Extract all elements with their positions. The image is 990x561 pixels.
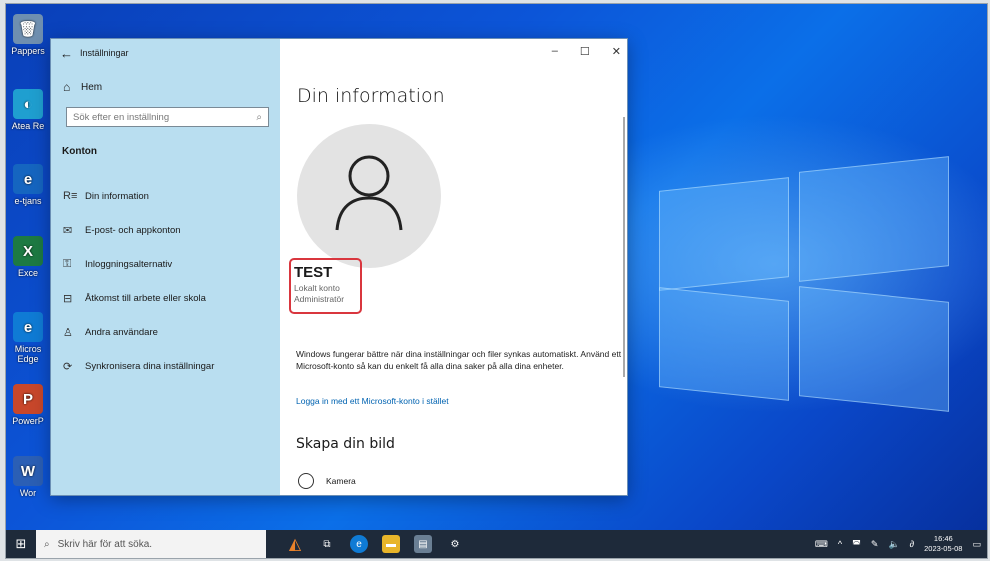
edge-icon[interactable]: e	[350, 535, 368, 553]
user-avatar-icon	[335, 155, 403, 231]
sidebar-item-2[interactable]: ⚿ Inloggningsalternativ	[51, 247, 280, 281]
camera-label: Kamera	[326, 476, 356, 486]
main-content: – ☐ ✕ Din information TEST Lokalt konto …	[280, 39, 627, 495]
desktop-icon-4[interactable]: e Micros Edge	[8, 312, 48, 364]
windows-logo-wallpaper	[629, 154, 987, 414]
key-icon: ⚿	[63, 257, 72, 270]
settings-search-input[interactable]: Sök efter en inställning ⌕	[66, 107, 269, 127]
window-title: Inställningar	[80, 48, 129, 58]
desktop-app-icon: e	[13, 312, 43, 342]
add-user-icon: ♙	[63, 326, 73, 339]
search-icon: ⌕	[44, 538, 50, 550]
desktop-icon-6[interactable]: W Wor	[8, 456, 48, 498]
sidebar-item-1[interactable]: ✉ E-post- och appkonton	[51, 213, 280, 247]
picture-heading: Skapa din bild	[296, 436, 395, 452]
desktop-icon-label: PowerP	[12, 416, 44, 426]
desktop-icon-1[interactable]: ◐ Atea Re	[8, 89, 48, 131]
minimize-button[interactable]: –	[552, 45, 558, 58]
sidebar-item-label: E-post- och appkonton	[85, 224, 181, 236]
sidebar-item-label: Din information	[85, 190, 149, 202]
desktop: 🗑 Pappers ◐ Atea Re e e-tjans X Exce e Micros Edg…	[5, 3, 988, 559]
page-title: Din information	[297, 85, 445, 107]
user-info-highlight: TEST Lokalt konto Administratör	[289, 258, 362, 314]
start-button[interactable]: ⊞	[6, 536, 36, 552]
taskbar-search-input[interactable]: ⌕ Skriv här för att söka.	[36, 530, 266, 558]
sidebar-item-label: Inloggningsalternativ	[85, 258, 173, 270]
sidebar-item-label: Andra användare	[85, 326, 158, 338]
notifications-icon[interactable]: ▭	[972, 539, 981, 550]
network-icon[interactable]: ◚	[852, 539, 861, 550]
section-label: Konton	[62, 146, 97, 157]
desktop-icon-label: Exce	[17, 268, 38, 278]
briefcase-icon: ⊟	[63, 292, 73, 305]
file-explorer-icon[interactable]: ▬	[382, 535, 400, 553]
windows-icon: ⊞	[15, 536, 27, 551]
search-icon: ⌕	[256, 111, 262, 123]
desktop-icon-label: Atea Re	[11, 121, 45, 131]
desktop-icon-label: Pappers	[11, 46, 45, 56]
store-icon[interactable]: ▤	[414, 535, 432, 553]
settings-gear-icon[interactable]: ⚙	[446, 535, 464, 553]
desktop-app-icon: W	[13, 456, 43, 486]
search-placeholder: Sök efter en inställning	[73, 111, 170, 123]
desktop-app-icon: e	[13, 164, 43, 194]
desktop-icon-label: e-tjans	[14, 196, 42, 206]
user-name: TEST	[294, 264, 333, 281]
desktop-icon-5[interactable]: P PowerP	[8, 384, 48, 426]
home-icon: ⌂	[63, 80, 71, 94]
sidebar-item-label: Åtkomst till arbete eller skola	[85, 292, 206, 304]
app-arc-icon[interactable]: ◭	[286, 535, 304, 553]
settings-sidebar: ← Inställningar ⌂ Hem Sök efter en instä…	[51, 39, 280, 495]
desktop-app-icon: ◐	[13, 89, 43, 119]
sidebar-item-4[interactable]: ♙ Andra användare	[51, 315, 280, 349]
user-card-icon: R≡	[63, 190, 78, 202]
sidebar-nav: R≡ Din information ✉ E-post- och appkonton ⚿…	[51, 179, 280, 383]
clock-date: 2023-05-08	[924, 544, 963, 553]
window-controls: – ☐ ✕	[552, 45, 621, 58]
sidebar-item-3[interactable]: ⊟ Åtkomst till arbete eller skola	[51, 281, 280, 315]
sidebar-item-0[interactable]: R≡ Din information	[51, 179, 280, 213]
desktop-icon-label: Wor	[19, 488, 37, 498]
settings-window: ← Inställningar ⌂ Hem Sök efter en instä…	[51, 39, 627, 495]
close-button[interactable]: ✕	[612, 45, 621, 58]
desktop-icon-3[interactable]: X Exce	[8, 236, 48, 278]
volume-icon[interactable]: 🔈	[888, 539, 899, 550]
chevron-up-icon[interactable]: ^	[838, 539, 842, 549]
maximize-button[interactable]: ☐	[580, 45, 590, 58]
sidebar-item-home[interactable]: ⌂ Hem	[51, 67, 280, 94]
back-arrow-icon[interactable]: ←	[60, 46, 80, 61]
microsoft-signin-link[interactable]: Logga in med ett Microsoft-konto i ställ…	[296, 396, 449, 406]
scrollbar[interactable]	[623, 117, 625, 377]
camera-icon	[298, 473, 314, 489]
taskbar: ⊞ ⌕ Skriv här för att söka. ◭ ⧉ e ▬ ▤ ⚙ …	[6, 530, 987, 558]
keyboard-icon[interactable]: ⌨	[815, 539, 828, 550]
clock-time: 16:46	[933, 534, 953, 543]
pen-icon[interactable]: ✎	[871, 539, 879, 550]
sync-icon: ⟳	[63, 360, 73, 373]
desktop-icon-0[interactable]: 🗑 Pappers	[8, 14, 48, 56]
system-tray: ⌨ ^ ◚ ✎ 🔈 ∂ 16:46 2023-05-08 ▭	[815, 534, 987, 554]
sidebar-item-5[interactable]: ⟳ Synkronisera dina inställningar	[51, 349, 280, 383]
title-bar: ← Inställningar	[51, 39, 280, 67]
taskbar-apps: ◭ ⧉ e ▬ ▤ ⚙	[286, 535, 464, 553]
home-label: Hem	[81, 81, 103, 93]
desktop-app-icon: P	[13, 384, 43, 414]
account-type: Lokalt konto	[294, 283, 340, 293]
task-view-icon[interactable]: ⧉	[318, 535, 336, 553]
avatar	[297, 124, 441, 268]
camera-option[interactable]: Kamera	[298, 473, 356, 489]
link-icon[interactable]: ∂	[910, 539, 914, 549]
desktop-app-icon: X	[13, 236, 43, 266]
taskbar-search-placeholder: Skriv här för att söka.	[57, 538, 153, 550]
desktop-icon-2[interactable]: e e-tjans	[8, 164, 48, 206]
mail-icon: ✉	[63, 224, 73, 237]
desktop-app-icon: 🗑	[13, 14, 43, 44]
user-role: Administratör	[294, 294, 345, 304]
sidebar-item-label: Synkronisera dina inställningar	[85, 360, 215, 372]
clock[interactable]: 16:46 2023-05-08	[924, 534, 962, 554]
sync-info-text: Windows fungerar bättre när dina inställ…	[296, 349, 622, 371]
desktop-icon-label: Micros Edge	[14, 344, 42, 364]
